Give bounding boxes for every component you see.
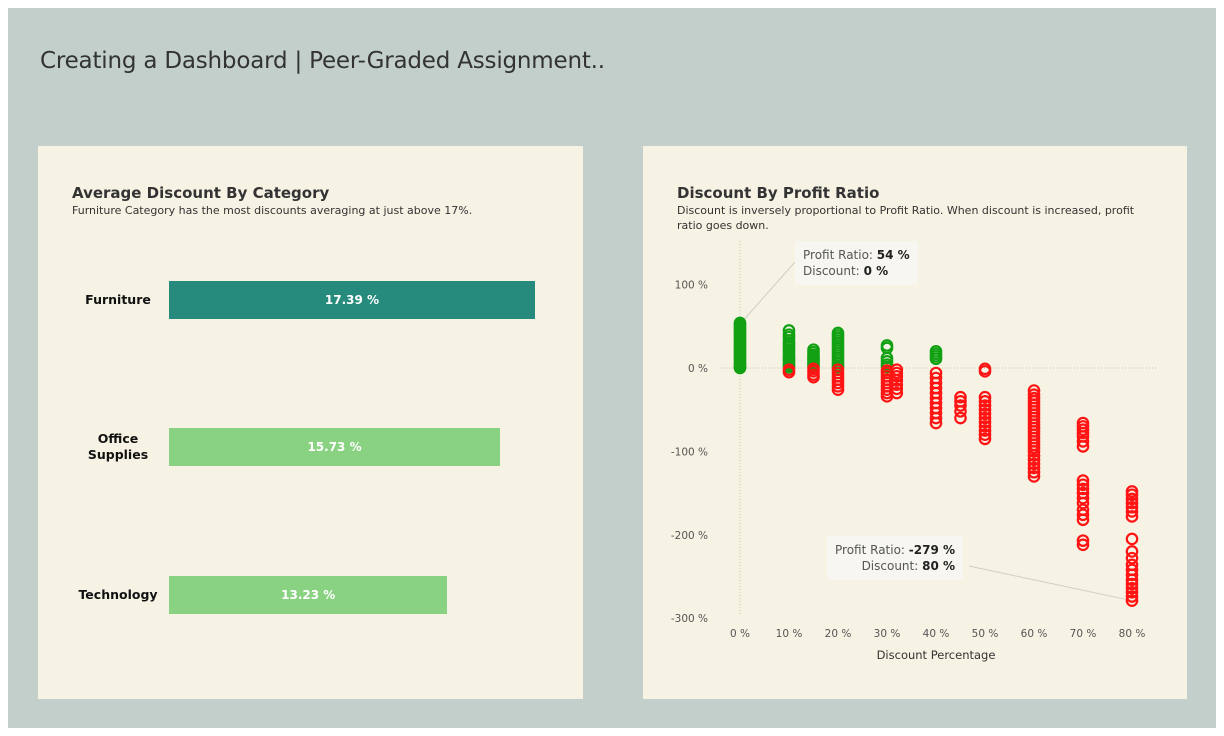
tooltip-discount-label: Discount:: [803, 264, 860, 278]
x-tick-label: 30 %: [874, 628, 901, 640]
tooltip-min-leader-line: [968, 565, 1133, 602]
bar-furniture[interactable]: 17.39 %: [169, 281, 535, 319]
tooltip-ratio-label: Profit Ratio:: [835, 543, 905, 557]
y-tick-label: 100 %: [675, 280, 708, 292]
y-tick-label: -200 %: [671, 530, 708, 542]
tooltip-discount-label: Discount:: [861, 559, 919, 573]
tooltip-min-profit: Profit Ratio: -279 % Discount: 80 %: [827, 536, 964, 580]
bar-technology[interactable]: 13.23 %: [169, 576, 448, 614]
category-label: Office Supplies: [68, 431, 168, 463]
x-tick-label: 50 %: [972, 628, 999, 640]
x-tick-label: 40 %: [923, 628, 950, 640]
bar-office-supplies[interactable]: 15.73 %: [169, 428, 501, 466]
tooltip-ratio-label: Profit Ratio:: [803, 248, 873, 262]
page-title: Creating a Dashboard | Peer-Graded Assig…: [40, 48, 605, 74]
tooltip-ratio-value: 54 %: [876, 248, 910, 262]
bar-value-label: 17.39 %: [324, 293, 380, 307]
bar-value-label: 15.73 %: [307, 440, 362, 454]
average-discount-panel: Average Discount By Category Furniture C…: [38, 146, 583, 699]
tooltip-discount-value: 0 %: [863, 264, 889, 278]
category-label-line: Office: [97, 431, 139, 446]
scatter-point[interactable]: [1125, 532, 1139, 546]
y-tick-label: -300 %: [671, 613, 708, 625]
x-axis-title: Discount Percentage: [877, 648, 996, 662]
x-tick-label: 80 %: [1119, 628, 1146, 640]
category-label: Technology: [68, 587, 168, 603]
category-label: Furniture: [68, 292, 168, 308]
bar-chart-title: Average Discount By Category: [72, 184, 330, 202]
bar-value-label: 13.23 %: [281, 588, 336, 602]
category-label-line: Supplies: [87, 447, 149, 462]
dashboard: Creating a Dashboard | Peer-Graded Assig…: [8, 8, 1216, 728]
x-tick-label: 70 %: [1070, 628, 1097, 640]
y-tick-label: -100 %: [671, 446, 708, 458]
bar-chart-subtitle: Furniture Category has the most discount…: [72, 204, 473, 217]
scatter-point[interactable]: [954, 411, 967, 425]
category-label-line: Technology: [78, 587, 158, 602]
tooltip-ratio-value: -279 %: [908, 543, 956, 557]
x-tick-label: 10 %: [776, 628, 803, 640]
tooltip-discount-value: 80 %: [922, 559, 956, 573]
x-tick-label: 20 %: [825, 628, 852, 640]
x-tick-label: 0 %: [730, 628, 750, 640]
tooltip-max-leader-line: [739, 261, 796, 325]
x-tick-label: 60 %: [1021, 628, 1048, 640]
category-label-line: Furniture: [85, 292, 151, 307]
scatter-chart: 100 % 0 % -100 % -200 % -300 % 0 % 10 % 20 % 30 …: [671, 241, 1158, 662]
discount-profit-panel: Discount By Profit Ratio Discount is inv…: [643, 146, 1187, 699]
y-tick-label: 0 %: [688, 363, 708, 375]
tooltip-max-profit: Profit Ratio: 54 % Discount: 0 %: [795, 241, 918, 285]
